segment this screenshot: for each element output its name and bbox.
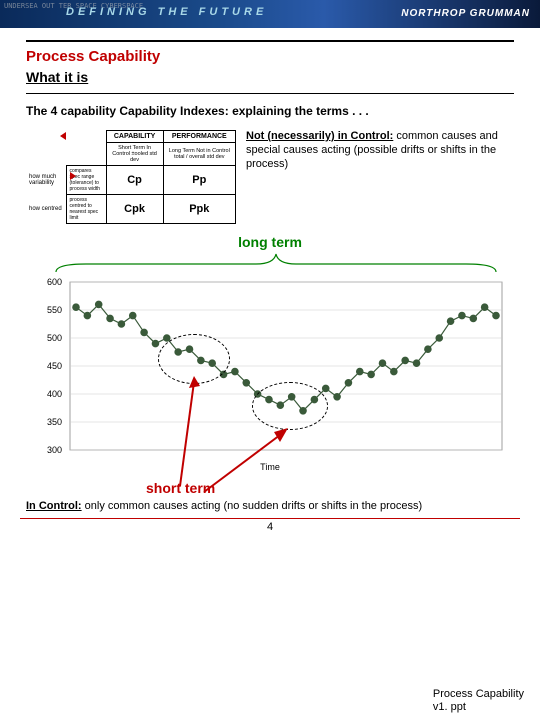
row-centred-note: process centred to nearest spec limit [66,195,106,224]
capability-table: CAPABILITY PERFORMANCE Short Term In Con… [26,130,236,224]
slide-title: Process Capability [26,48,514,65]
ytick-500: 500 [47,333,62,343]
header-banner: UNDERSEA OUT TER SPACE CYBERSPACE DEFINI… [0,0,540,28]
ytick-400: 400 [47,389,62,399]
arrow-2 [200,426,300,496]
banner-tagline: DEFINING THE FUTURE [66,6,267,18]
triangle-right-icon [70,172,76,180]
ytick-600: 600 [47,277,62,287]
long-term-label: long term [26,234,514,250]
footer-line-1: Process Capability [433,688,524,701]
sub-performance: Long Term Not in Control total / overall… [163,143,235,166]
ytick-550: 550 [47,305,62,315]
footer: Process Capability v1. ppt [433,688,524,714]
rule-mid [26,93,514,94]
ytick-300: 300 [47,445,62,455]
row-variability-label: how much variability [26,166,66,195]
rule-top [26,40,514,42]
row-variability-note: compares spec range (tolerance) to proce… [66,166,106,195]
ytick-450: 450 [47,361,62,371]
rule-bottom [20,518,520,519]
note2-body: only common causes acting (no sudden dri… [82,500,423,512]
page-number: 4 [0,521,540,533]
cell-cp: Cp [106,166,163,195]
cell-cpk: Cpk [106,195,163,224]
ytick-350: 350 [47,417,62,427]
col-performance: PERFORMANCE [163,131,235,143]
footer-line-2: v1. ppt [433,701,524,714]
sub-capability: Short Term In Control ±ooled std dev [106,143,163,166]
note-not-in-control: Not (necessarily) in Control: common cau… [246,130,514,171]
company-logo-text: NORTHROP GRUMMAN [401,8,530,19]
row-centred-label: how centred [26,195,66,224]
note2-lead: In Control: [26,500,82,512]
col-capability: CAPABILITY [106,131,163,143]
brace-top [46,250,494,274]
cell-pp: Pp [163,166,235,195]
short-term-circle-2 [252,382,328,430]
triangle-left-icon [60,132,66,140]
note-in-control: In Control: only common causes acting (n… [26,500,514,512]
intro-text: The 4 capability Capability Indexes: exp… [26,104,514,118]
note-lead: Not (necessarily) in Control: [246,130,393,142]
slide-subtitle: What it is [26,69,514,85]
cell-ppk: Ppk [163,195,235,224]
run-chart: 600 550 500 450 400 350 300 Time [30,276,510,476]
